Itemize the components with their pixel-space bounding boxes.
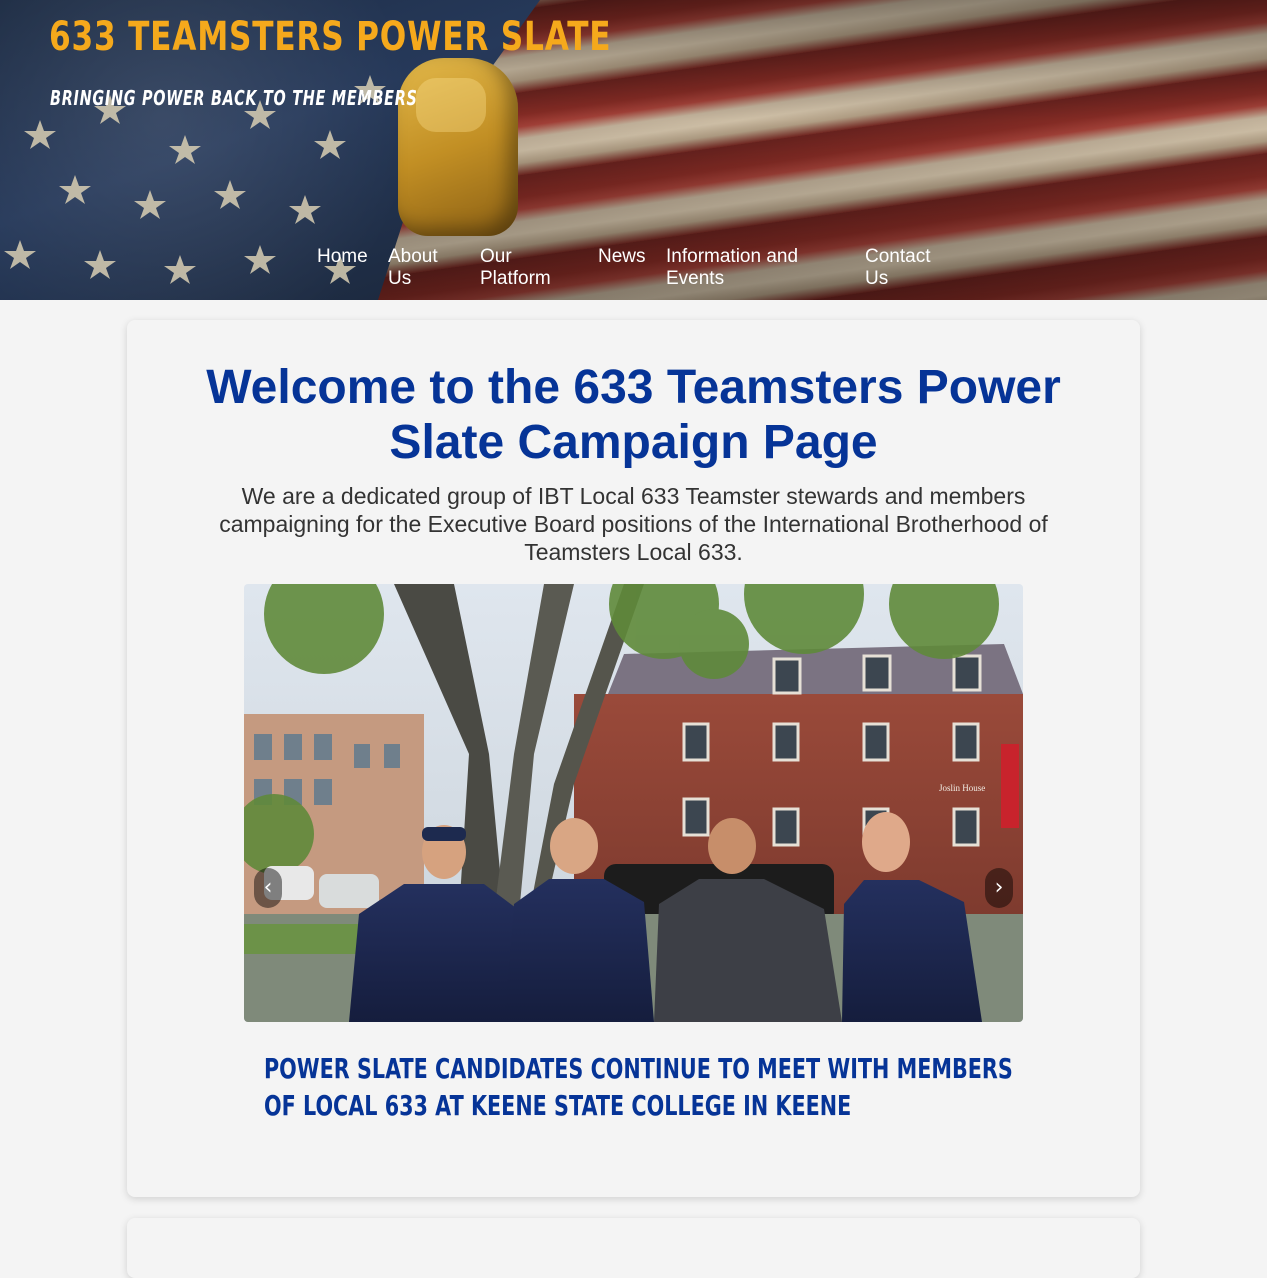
nav-item-our-platform[interactable]: Our Platform (480, 246, 570, 290)
nav-item-information-and-events[interactable]: Information and Events (666, 246, 826, 290)
nav-item-news[interactable]: News (598, 246, 658, 268)
carousel-prev-button[interactable]: ‹ (254, 868, 282, 908)
site-header: 633 TEAMSTERS POWER SLATE BRINGING POWER… (0, 0, 1267, 300)
building-sign-text: Joslin House (939, 783, 985, 793)
nav-item-home[interactable]: Home (317, 246, 377, 268)
welcome-card: Welcome to the 633 Teamsters Power Slate… (127, 320, 1140, 1197)
site-tagline: BRINGING POWER BACK TO THE MEMBERS (50, 86, 418, 110)
carousel-slide-photo: Joslin House (244, 584, 1023, 1022)
intro-paragraph: We are a dedicated group of IBT Local 63… (219, 483, 1048, 565)
photo-carousel[interactable]: Joslin House ‹ › (244, 584, 1023, 1022)
nav-item-about-us[interactable]: About Us (388, 246, 458, 290)
next-section-card (127, 1218, 1140, 1278)
gloved-fist-image (398, 58, 518, 236)
page-title: Welcome to the 633 Teamsters Power Slate… (206, 361, 1061, 469)
nav-item-contact-us[interactable]: Contact Us (865, 246, 945, 290)
carousel-next-button[interactable]: › (985, 868, 1013, 908)
carousel-caption: Power Slate candidates continue to meet … (264, 1052, 1013, 1122)
site-title[interactable]: 633 TEAMSTERS POWER SLATE (49, 14, 611, 60)
